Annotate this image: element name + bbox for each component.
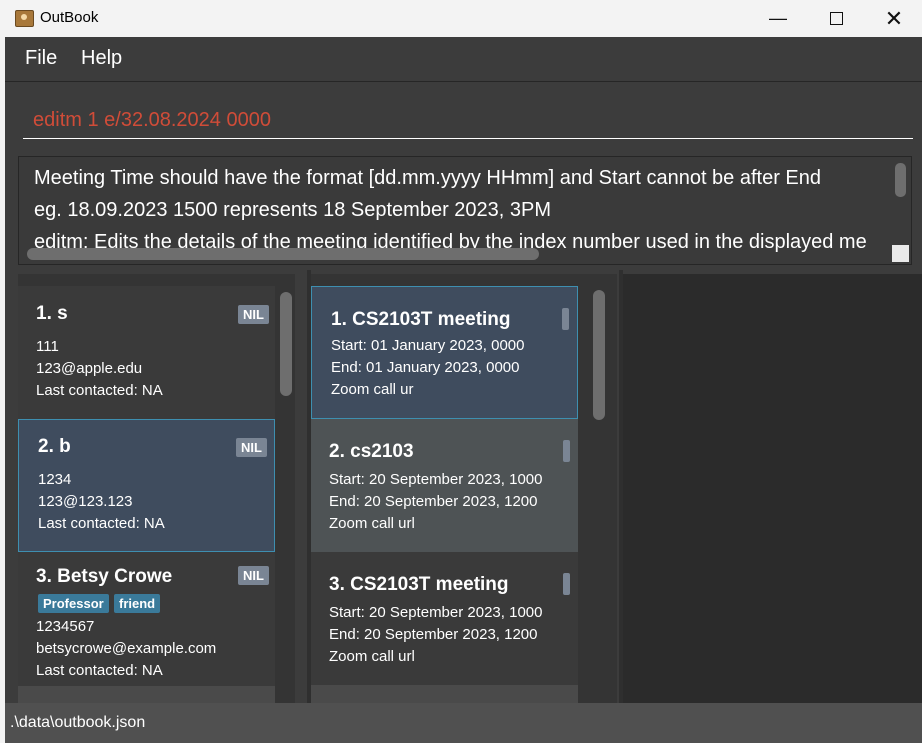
meeting-title: 2. cs2103 — [329, 441, 414, 462]
menu-help[interactable]: Help — [81, 47, 122, 70]
next-card-edge — [311, 685, 578, 703]
scroll-corner — [892, 245, 909, 262]
person-last-contacted: Last contacted: NA — [38, 515, 165, 532]
person-phone: 111 — [36, 338, 59, 355]
meeting-card-scrollbar[interactable] — [563, 440, 570, 462]
person-name: 3. Betsy Crowe — [36, 566, 173, 587]
result-vertical-scrollbar[interactable] — [895, 163, 906, 197]
result-line: eg. 18.09.2023 1500 represents 18 Septem… — [34, 199, 552, 221]
meeting-card[interactable]: 2. cs2103 Start: 20 September 2023, 1000… — [311, 419, 578, 552]
status-badge: NIL — [238, 566, 269, 585]
title-bar: OutBook — ✕ — [5, 0, 922, 37]
menu-file[interactable]: File — [25, 47, 57, 70]
meeting-end: End: 20 September 2023, 1200 — [329, 493, 538, 510]
meeting-location: Zoom call url — [329, 515, 415, 532]
meeting-list-scrollbar[interactable] — [593, 290, 605, 420]
list-panes: 1. s NIL 111 123@apple.edu Last contacte… — [5, 270, 922, 703]
person-card[interactable]: 2. b NIL 1234 123@123.123 Last contacted… — [18, 419, 275, 552]
close-button[interactable]: ✕ — [865, 0, 922, 37]
tag-label: friend — [114, 594, 161, 613]
person-card[interactable]: 1. s NIL 111 123@apple.edu Last contacte… — [18, 286, 275, 419]
result-horizontal-scrollbar[interactable] — [27, 248, 539, 260]
minimize-icon: — — [769, 8, 787, 28]
result-line: Meeting Time should have the format [dd.… — [34, 167, 822, 189]
meeting-card-scrollbar[interactable] — [563, 573, 570, 595]
meeting-title: 1. CS2103T meeting — [331, 309, 511, 330]
data-file-path: .\data\outbook.json — [10, 714, 146, 731]
meeting-end: End: 01 January 2023, 0000 — [331, 359, 520, 376]
meeting-end: End: 20 September 2023, 1200 — [329, 626, 538, 643]
status-badge: NIL — [236, 438, 267, 457]
person-last-contacted: Last contacted: NA — [36, 662, 163, 679]
meeting-location: Zoom call ur — [331, 381, 414, 398]
app-icon — [15, 10, 34, 27]
result-display-area: Meeting Time should have the format [dd.… — [5, 148, 922, 270]
meeting-list-panel: 1. CS2103T meeting Start: 01 January 202… — [311, 274, 617, 703]
person-email: betsycrowe@example.com — [36, 640, 217, 657]
command-input[interactable] — [23, 102, 913, 139]
person-card[interactable]: 3. Betsy Crowe NIL Professor friend 1234… — [18, 552, 275, 694]
command-box — [5, 82, 922, 148]
person-phone: 1234 — [38, 471, 72, 488]
meeting-location: Zoom call url — [329, 648, 415, 665]
minimize-button[interactable]: — — [749, 0, 807, 37]
status-badge: NIL — [238, 305, 269, 324]
meeting-card[interactable]: 1. CS2103T meeting Start: 01 January 202… — [311, 286, 578, 419]
maximize-button[interactable] — [807, 0, 865, 37]
status-bar: .\data\outbook.json — [5, 703, 922, 743]
person-phone: 1234567 — [36, 618, 95, 635]
empty-detail-panel — [623, 274, 922, 703]
person-last-contacted: Last contacted: NA — [36, 382, 163, 399]
tag-label: Professor — [38, 594, 109, 613]
close-icon: ✕ — [884, 5, 904, 31]
meeting-card[interactable]: 3. CS2103T meeting Start: 20 September 2… — [311, 552, 578, 685]
person-email: 123@apple.edu — [36, 360, 143, 377]
person-list-scrollbar[interactable] — [280, 292, 292, 396]
meeting-start: Start: 20 September 2023, 1000 — [329, 604, 543, 621]
person-email: 123@123.123 — [38, 493, 133, 510]
outbook-window: OutBook — ✕ File Help Meeting Time shoul… — [5, 0, 922, 743]
meeting-title: 3. CS2103T meeting — [329, 574, 509, 595]
menu-bar: File Help — [5, 37, 922, 82]
meeting-card-scrollbar[interactable] — [562, 308, 569, 330]
maximize-icon — [829, 12, 843, 25]
meeting-start: Start: 01 January 2023, 0000 — [331, 337, 525, 354]
window-title: OutBook — [40, 9, 99, 26]
person-name: 2. b — [38, 436, 71, 457]
result-display[interactable]: Meeting Time should have the format [dd.… — [18, 156, 912, 265]
next-card-edge — [18, 686, 275, 703]
person-list-panel: 1. s NIL 111 123@apple.edu Last contacte… — [18, 274, 295, 703]
meeting-start: Start: 20 September 2023, 1000 — [329, 471, 543, 488]
person-name: 1. s — [36, 303, 68, 324]
